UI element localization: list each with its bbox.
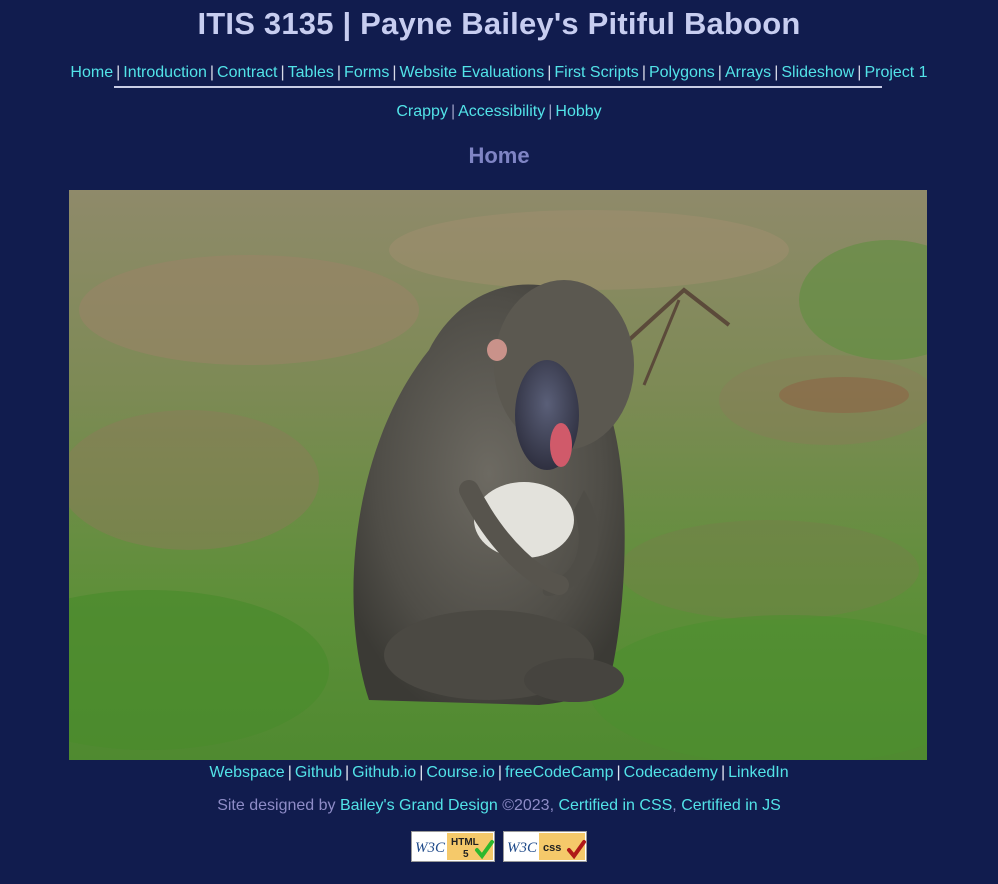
site-title: ITIS 3135 | Payne Bailey's Pitiful Baboo… — [197, 6, 801, 41]
w3c-logo-text: W3C — [415, 840, 446, 856]
nav-link-project-1[interactable]: Project 1 — [864, 64, 927, 81]
footer-links: Webspace | Github | Github.io | Course.io | free… — [0, 764, 998, 782]
footer-link-course-io[interactable]: Course.io — [426, 764, 494, 781]
footer-separator: | — [720, 764, 726, 781]
w3c-logo-text: W3C — [507, 840, 538, 856]
nav-link-arrays[interactable]: Arrays — [725, 64, 771, 81]
html-badge-label: HTML — [451, 837, 479, 848]
css-badge-label: css — [543, 842, 561, 854]
footer-separator: | — [287, 764, 292, 781]
main-nav: Home | Introduction | Contract | Tables | Forms |… — [0, 64, 998, 82]
footer-link-freecodecamp[interactable]: freeCodeCamp — [505, 764, 614, 781]
nav-separator: | — [548, 103, 553, 120]
page: ITIS 3135 | Payne Bailey's Pitiful Baboo… — [0, 0, 998, 884]
footer-link-webspace[interactable]: Webspace — [209, 764, 284, 781]
certified-css-link[interactable]: Certified in CSS — [558, 797, 672, 814]
footer-separator: | — [616, 764, 621, 781]
footer-separator: | — [345, 764, 350, 781]
nav-link-polygons[interactable]: Polygons — [649, 64, 715, 81]
nav-separator: | — [280, 64, 285, 81]
credits-prefix: Site designed by — [217, 797, 340, 814]
nav-separator: | — [547, 64, 552, 81]
nav-link-hobby[interactable]: Hobby — [555, 103, 601, 120]
footer-link-github-io[interactable]: Github.io — [352, 764, 416, 781]
nav-link-first-scripts[interactable]: First Scripts — [554, 64, 638, 81]
credits-comma: , — [672, 797, 682, 814]
nav-link-website-evaluations[interactable]: Website Evaluations — [400, 64, 545, 81]
validator-badges: W3C HTML 5 W3C css — [0, 831, 998, 862]
nav-link-introduction[interactable]: Introduction — [123, 64, 207, 81]
nav-link-crappy[interactable]: Crappy — [396, 103, 448, 120]
nav-link-accessibility[interactable]: Accessibility — [458, 103, 545, 120]
w3c-html5-badge[interactable]: W3C HTML 5 — [411, 831, 495, 862]
nav-link-slideshow[interactable]: Slideshow — [781, 64, 854, 81]
certified-js-link[interactable]: Certified in JS — [681, 797, 781, 814]
w3c-css-badge[interactable]: W3C css — [503, 831, 587, 862]
nav-separator: | — [450, 103, 456, 120]
nav-link-tables[interactable]: Tables — [288, 64, 334, 81]
secondary-nav: Crappy | Accessibility | Hobby — [0, 103, 998, 121]
footer-link-github[interactable]: Github — [295, 764, 342, 781]
nav-link-home[interactable]: Home — [70, 64, 113, 81]
nav-link-contract[interactable]: Contract — [217, 64, 277, 81]
nav-separator: | — [774, 64, 779, 81]
nav-separator: | — [857, 64, 862, 81]
baboon-photo — [69, 190, 927, 760]
nav-separator: | — [116, 64, 121, 81]
nav-separator: | — [717, 64, 722, 81]
nav-divider — [114, 86, 882, 88]
footer-link-linkedin[interactable]: LinkedIn — [728, 764, 789, 781]
site-credits: Site designed by Bailey's Grand Design ©… — [0, 797, 998, 815]
designer-link[interactable]: Bailey's Grand Design — [340, 797, 498, 814]
html-badge-version: 5 — [463, 849, 469, 860]
footer-link-codecademy[interactable]: Codecademy — [624, 764, 718, 781]
nav-separator: | — [641, 64, 646, 81]
footer-separator: | — [419, 764, 424, 781]
credits-year: ©2023, — [497, 797, 559, 814]
footer-separator: | — [497, 764, 502, 781]
page-heading: Home — [468, 143, 530, 168]
nav-separator: | — [336, 64, 342, 81]
nav-separator: | — [209, 64, 215, 81]
nav-link-forms[interactable]: Forms — [344, 64, 389, 81]
nav-separator: | — [392, 64, 397, 81]
